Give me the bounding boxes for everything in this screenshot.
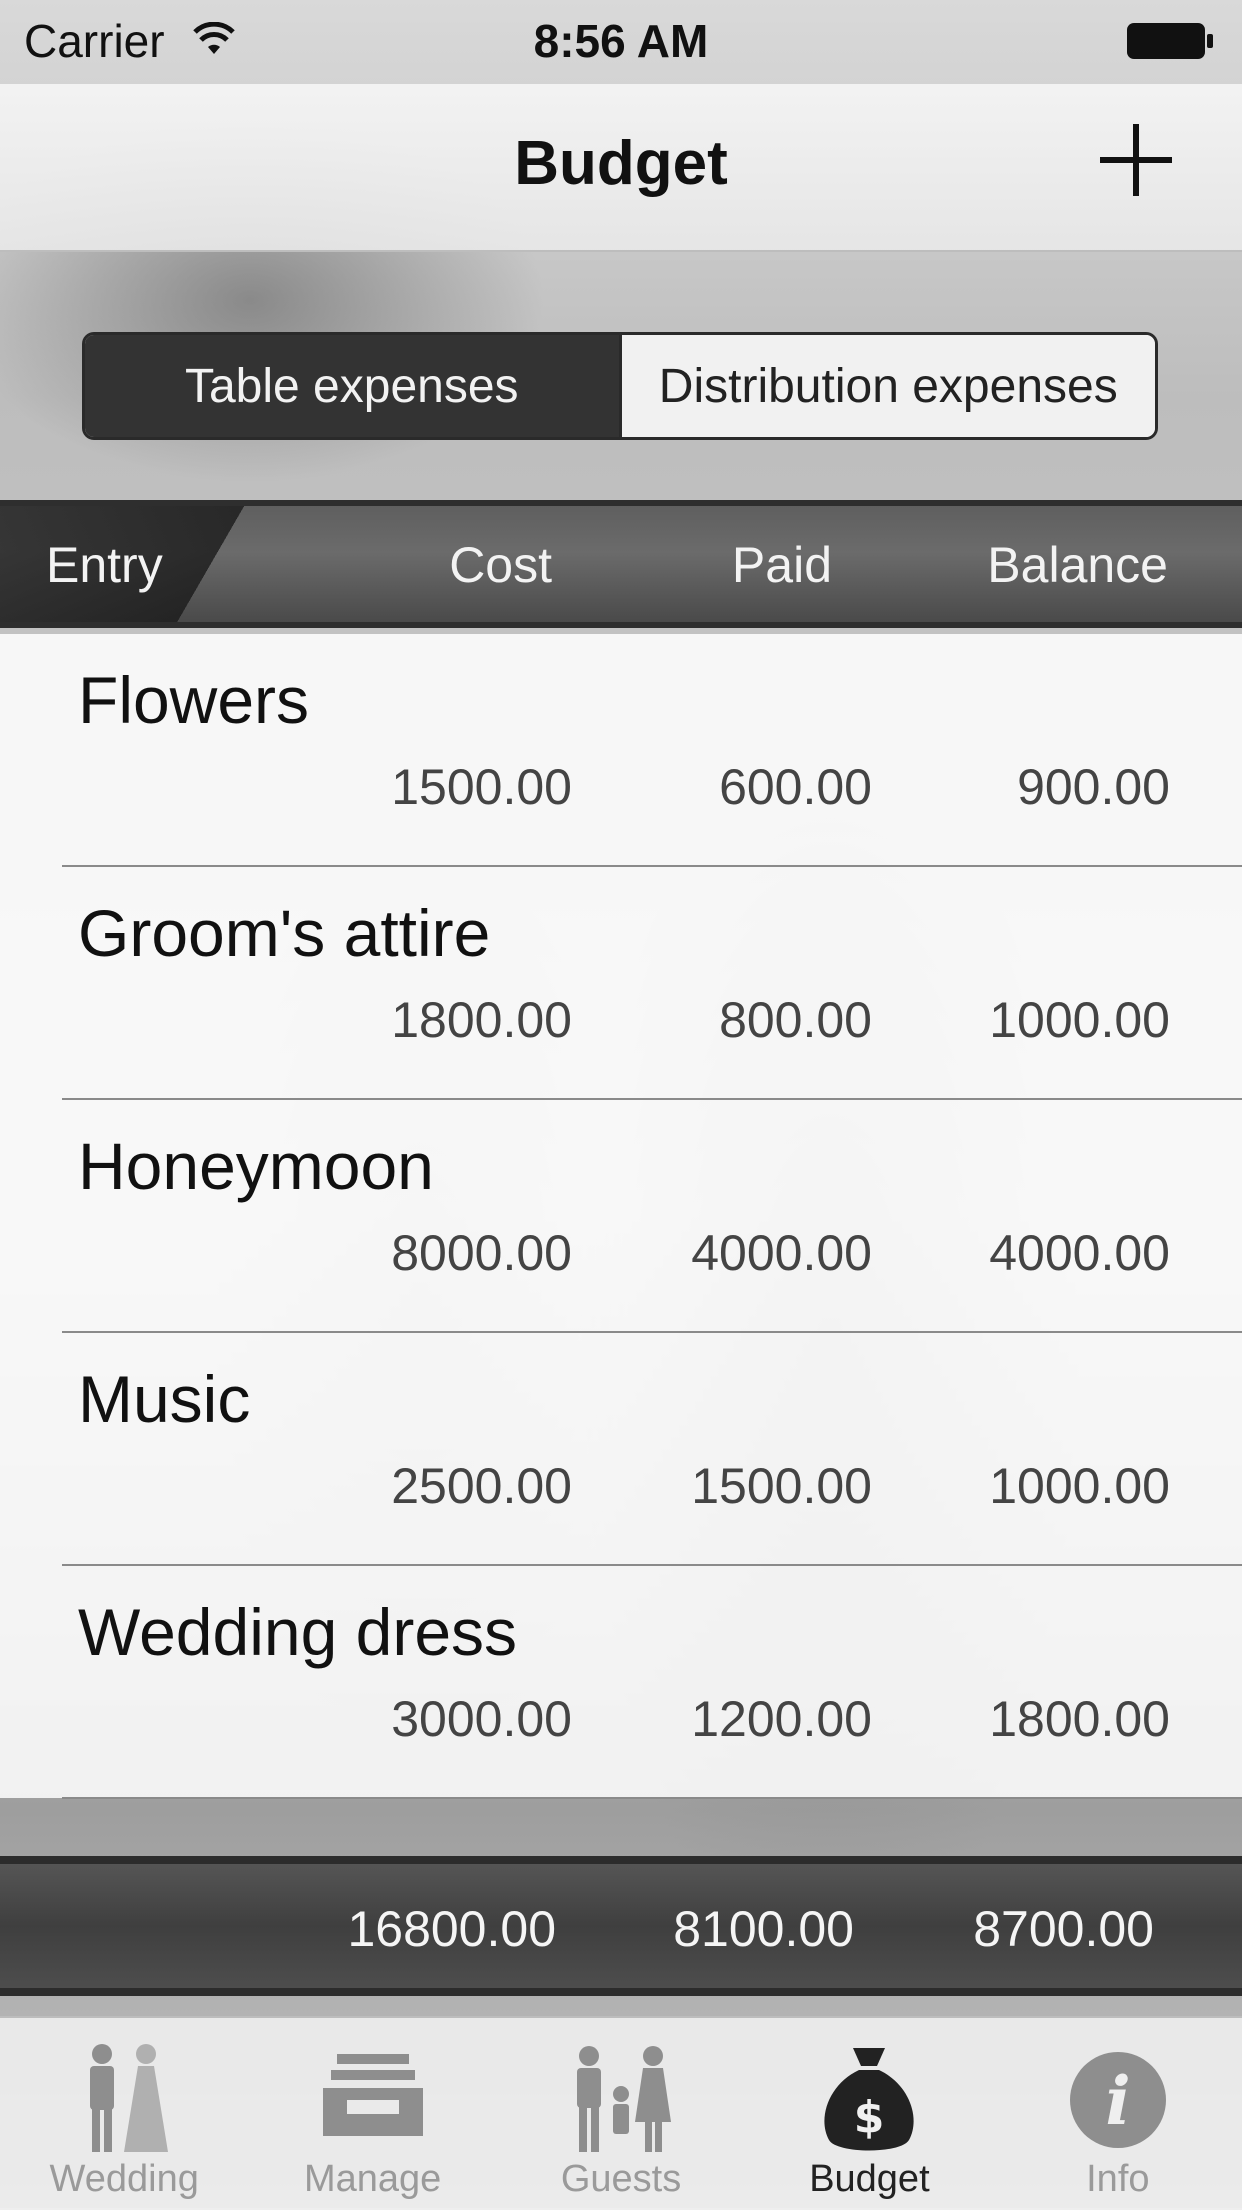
expense-table: Flowers 1500.00 600.00 900.00 Groom's at… [0,634,1242,1799]
table-row[interactable]: Honeymoon 8000.00 4000.00 4000.00 [0,1100,1242,1333]
entry-balance: 1800.00 [989,1691,1170,1747]
entry-name: Groom's attire [78,896,491,970]
entry-balance: 1000.00 [989,1458,1170,1514]
column-header-paid: Paid [731,537,832,593]
tab-label: Guests [560,2158,682,2200]
tab-label: Wedding [49,2158,199,2200]
tab-label: Budget [809,2158,930,2200]
table-row[interactable]: Groom's attire 1800.00 800.00 1000.00 [0,867,1242,1100]
entry-cost: 3000.00 [391,1691,572,1747]
column-header-bar: Entry Cost Paid Balance [0,500,1242,628]
entry-paid: 800.00 [719,992,872,1048]
entry-cost: 2500.00 [391,1458,572,1514]
column-header-balance: Balance [987,537,1168,593]
entry-balance: 900.00 [1017,759,1170,815]
entry-cost: 1800.00 [391,992,572,1048]
total-cost: 16800.00 [347,1901,556,1957]
battery-icon [1127,23,1213,59]
page-title: Budget [514,129,728,198]
status-bar: Carrier 8:56 AM [0,0,1242,84]
entry-name: Honeymoon [78,1129,434,1203]
entry-paid: 600.00 [719,759,872,815]
svg-text:$: $ [854,2092,885,2143]
totals-bar: 16800.00 8100.00 8700.00 [0,1856,1242,1996]
entry-name: Wedding dress [78,1595,518,1669]
entry-cost: 1500.00 [391,759,572,815]
couple-icon [90,2044,169,2152]
entry-cost: 8000.00 [391,1225,572,1281]
clock: 8:56 AM [533,15,709,67]
total-paid: 8100.00 [673,1901,854,1957]
entry-balance: 4000.00 [989,1225,1170,1281]
column-header-cost: Cost [449,537,552,593]
tab-label: Info [1086,2158,1150,2200]
family-icon [577,2046,672,2152]
table-row[interactable]: Music 2500.00 1500.00 1000.00 [0,1333,1242,1566]
segment-distribution-expenses[interactable]: Distribution expenses [618,335,1155,437]
navigation-bar: Budget [0,84,1242,252]
info-icon: i [1069,2052,1166,2148]
tab-info[interactable]: i Info [994,2018,1242,2210]
tab-budget[interactable]: $ Budget [745,2018,993,2210]
tab-label: Manage [303,2158,442,2200]
column-header-entry: Entry [46,537,163,593]
add-expense-button[interactable] [1100,124,1172,196]
tab-wedding[interactable]: Wedding [0,2018,248,2210]
table-row[interactable]: Flowers 1500.00 600.00 900.00 [0,634,1242,867]
svg-text:i: i [1105,2062,1130,2140]
tab-bar: Wedding Manage Guests $ Budget i Info [0,2016,1242,2210]
entry-paid: 4000.00 [691,1225,872,1281]
entry-paid: 1500.00 [691,1458,872,1514]
entry-name: Flowers [78,663,310,737]
tab-guests[interactable]: Guests [497,2018,745,2210]
total-balance: 8700.00 [973,1901,1154,1957]
tab-manage[interactable]: Manage [248,2018,496,2210]
segment-table-expenses[interactable]: Table expenses [85,335,619,437]
entry-paid: 1200.00 [691,1691,872,1747]
entry-balance: 1000.00 [989,992,1170,1048]
table-row[interactable]: Wedding dress 3000.00 1200.00 1800.00 [0,1566,1242,1799]
inbox-tray-icon [322,2054,423,2136]
expense-view-segmented-control: Table expenses Distribution expenses [82,332,1158,440]
entry-name: Music [78,1362,251,1436]
money-bag-icon: $ [824,2048,915,2151]
